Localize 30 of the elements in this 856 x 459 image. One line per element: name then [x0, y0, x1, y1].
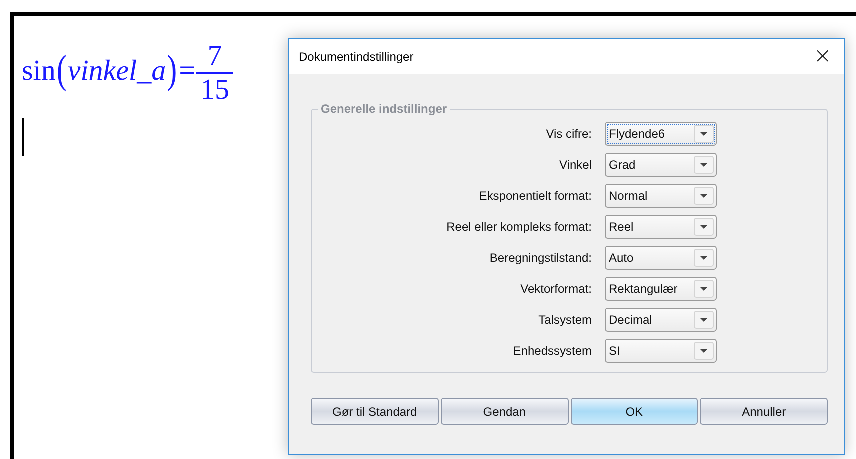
numerator: 7 [206, 40, 224, 72]
denominator: 15 [199, 74, 230, 106]
setting-label: Vinkel [560, 158, 592, 172]
dialog-button[interactable]: OK [570, 398, 698, 425]
dropdown[interactable]: Grad [605, 153, 717, 177]
dropdown[interactable]: Reel [605, 215, 717, 239]
setting-label: Vis cifre: [546, 127, 592, 141]
setting-label: Beregningstilstand: [490, 251, 592, 265]
group-title: Generelle indstillinger [320, 102, 448, 116]
dialog-title: Dokumentindstillinger [299, 50, 414, 64]
variable-name: vinkel_a [68, 54, 166, 88]
dialog-button[interactable]: Gendan [440, 398, 568, 425]
dropdown[interactable]: Flydende6 [605, 122, 717, 146]
equals-sign: = [179, 54, 196, 88]
dropdown[interactable]: SI [605, 339, 717, 363]
dialog-button[interactable]: Annuller [700, 398, 828, 425]
dropdown[interactable]: Rektangulær [605, 277, 717, 301]
close-button[interactable]: × [810, 44, 836, 68]
setting-label: Reel eller kompleks format: [446, 220, 592, 234]
setting-label: Vektorformat: [520, 282, 592, 296]
dropdown[interactable]: Normal [605, 184, 717, 208]
setting-label: Eksponentielt format: [479, 189, 592, 203]
parenthesis: ) [167, 48, 178, 94]
function-name: sin [22, 54, 56, 88]
setting-label: Enhedssystem [513, 344, 592, 358]
setting-label: Talsystem [538, 313, 592, 327]
dropdown[interactable]: Decimal [605, 308, 717, 332]
dialog-button[interactable]: Gør til Standard [311, 398, 439, 425]
parenthesis: ( [56, 48, 67, 94]
dropdown[interactable]: Auto [605, 246, 717, 270]
